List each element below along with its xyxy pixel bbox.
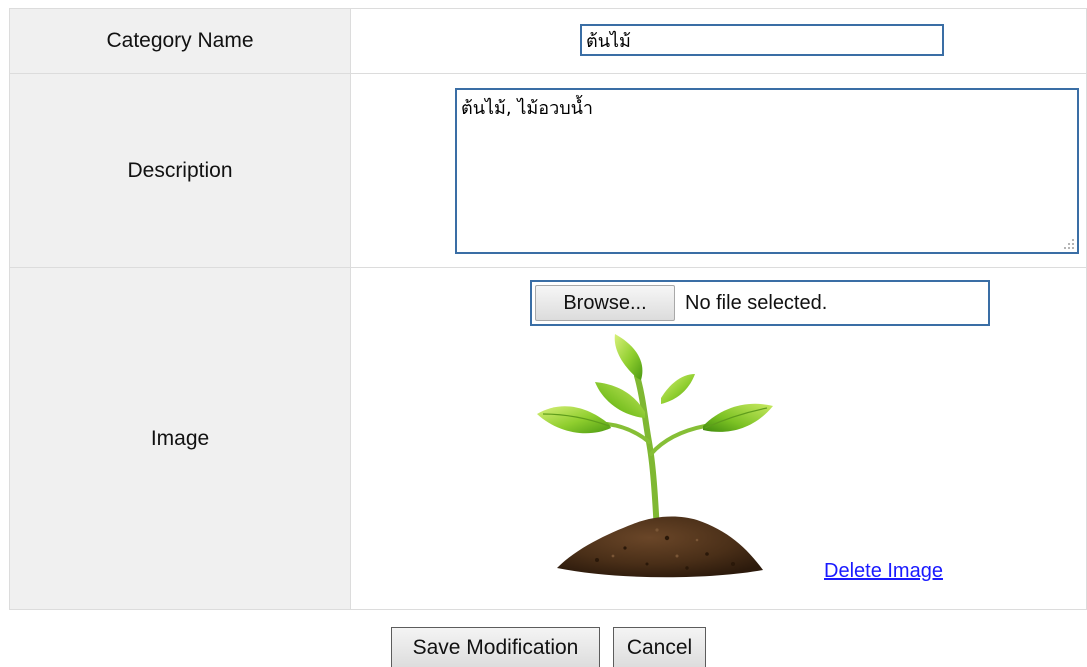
row-description: Description ต้นไม้, ไม้อวบน้ำ	[9, 73, 1087, 268]
save-modification-button[interactable]: Save Modification	[391, 627, 600, 667]
resize-grip-icon[interactable]	[1063, 238, 1075, 250]
file-upload-control[interactable]: Browse... No file selected.	[530, 280, 990, 326]
row-image: Image Browse... No file selected. Delete…	[9, 267, 1087, 610]
description-cell: ต้นไม้, ไม้อวบน้ำ	[350, 73, 1087, 268]
form-actions: Save Modification Cancel	[0, 627, 1087, 667]
category-name-label: Category Name	[9, 8, 351, 74]
category-name-cell	[350, 8, 1087, 74]
description-textarea[interactable]: ต้นไม้, ไม้อวบน้ำ	[455, 88, 1079, 254]
image-cell: Browse... No file selected. Delete Image	[350, 267, 1087, 610]
category-name-input[interactable]	[580, 24, 944, 56]
category-edit-form: Category Name Description ต้นไม้, ไม้อวบ…	[9, 8, 1087, 610]
image-label: Image	[9, 267, 351, 610]
plant-sprout-image	[537, 334, 773, 578]
delete-image-link[interactable]: Delete Image	[824, 560, 943, 583]
description-label: Description	[9, 73, 351, 268]
browse-button[interactable]: Browse...	[535, 285, 675, 321]
row-category-name: Category Name	[9, 8, 1087, 74]
cancel-button[interactable]: Cancel	[613, 627, 706, 667]
file-status-text: No file selected.	[685, 291, 828, 314]
